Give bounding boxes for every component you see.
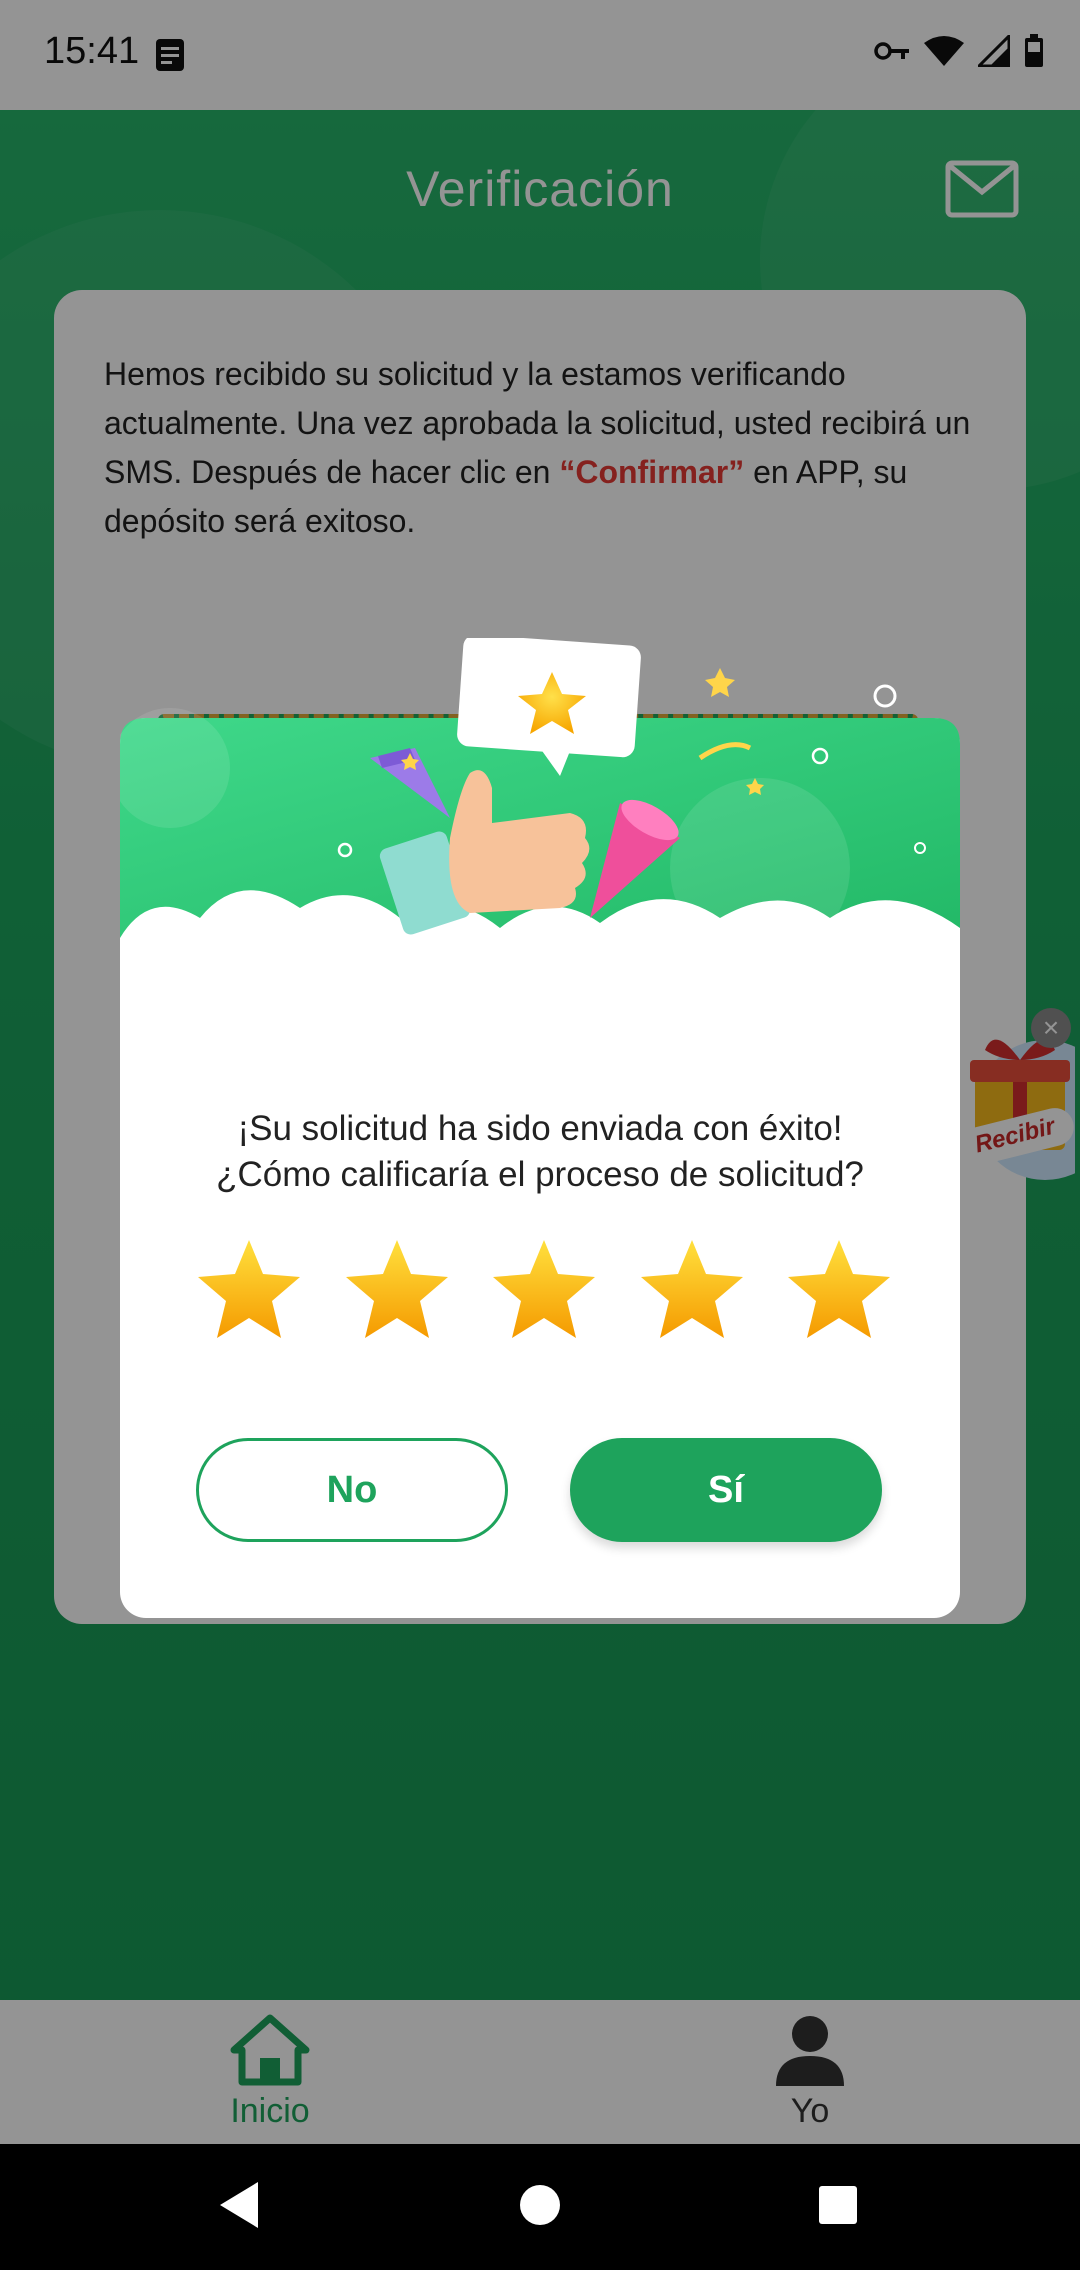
- back-icon[interactable]: [216, 2180, 260, 2230]
- star-icon[interactable]: [194, 1236, 304, 1346]
- yes-button[interactable]: Sí: [570, 1438, 882, 1542]
- system-nav-bar: [0, 2144, 1080, 2270]
- rating-question: ¿Cómo calificaría el proceso de solicitu…: [216, 1155, 864, 1194]
- star-icon[interactable]: [342, 1236, 452, 1346]
- screen: 15:41 Verificación Hemos recibido su sol…: [0, 0, 1080, 2270]
- success-text: ¡Su solicitud ha sido enviada con éxito!: [237, 1109, 843, 1148]
- no-button[interactable]: No: [196, 1438, 508, 1542]
- star-icon[interactable]: [784, 1236, 894, 1346]
- star-icon[interactable]: [489, 1236, 599, 1346]
- star-rating: [194, 1236, 894, 1346]
- home-nav-icon[interactable]: [518, 2180, 562, 2230]
- rating-dialog: ¡Su solicitud ha sido enviada con éxito!…: [120, 638, 960, 1618]
- recents-icon[interactable]: [816, 2180, 860, 2230]
- dialog-message: ¡Su solicitud ha sido enviada con éxito!…: [120, 1106, 960, 1198]
- star-icon[interactable]: [637, 1236, 747, 1346]
- celebration-illustration: [120, 638, 960, 1018]
